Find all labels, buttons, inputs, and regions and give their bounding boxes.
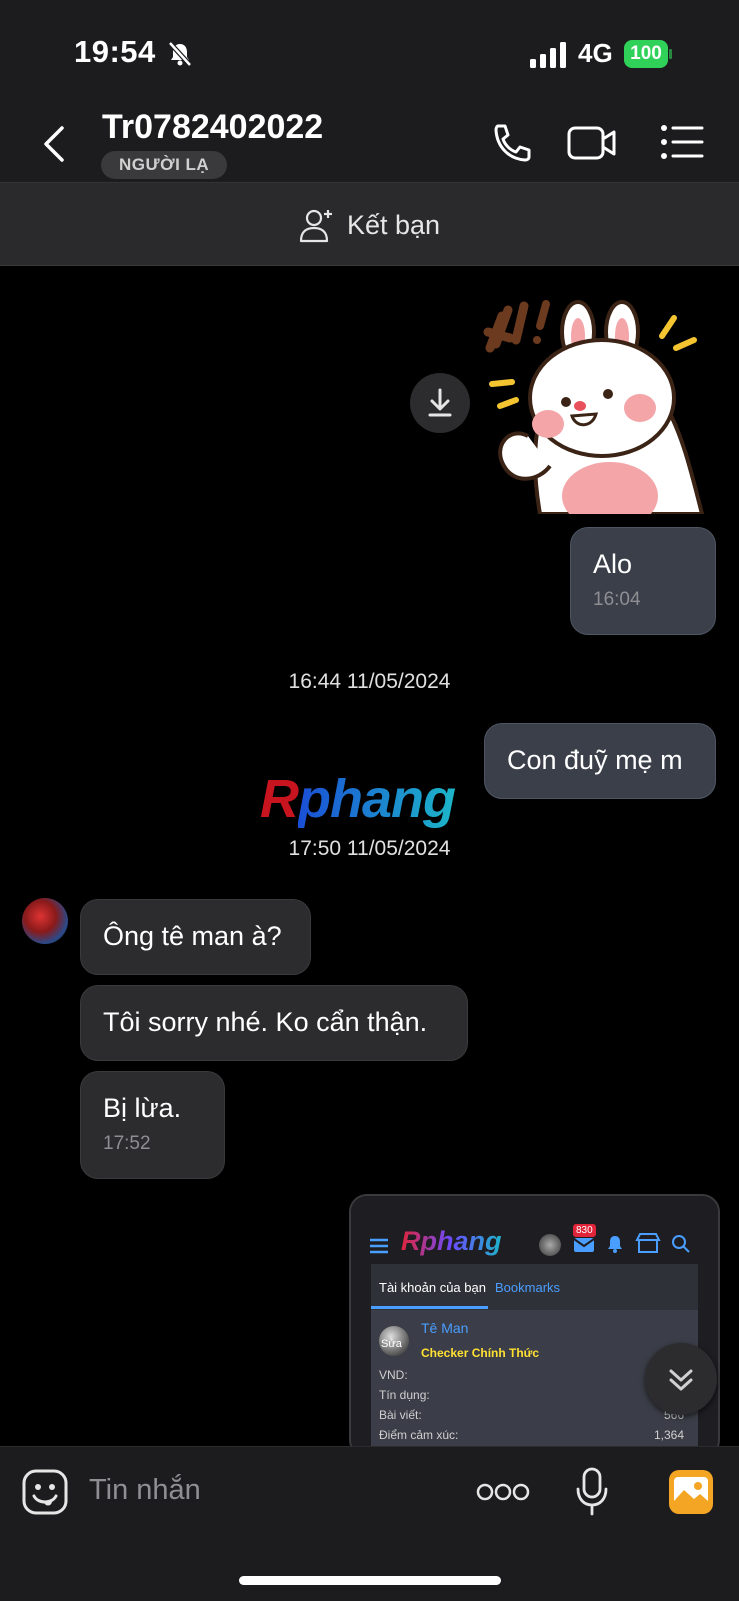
preview-tab-underline [371, 1306, 488, 1309]
message-time: 17:52 [103, 1133, 151, 1154]
message-bubble-outgoing[interactable]: Alo 16:04 [570, 527, 716, 635]
preview-user-name: Tê Man [421, 1320, 469, 1336]
preview-row-value: 1,364 [653, 1428, 684, 1442]
stranger-badge: NGƯỜI LẠ [101, 151, 228, 179]
message-bubble-incoming[interactable]: Ông tê man à? [80, 899, 311, 975]
back-arrow-icon[interactable] [40, 124, 68, 164]
image-message-screenshot[interactable]: Rphang 830 Tài khoản của bạn Bookmarks S… [349, 1194, 720, 1458]
network-type: 4G [578, 38, 613, 68]
download-icon [428, 388, 452, 417]
contact-name[interactable]: Tr0782402022 [102, 108, 323, 147]
message-text: Tôi sorry nhé. Ko cẩn thận. [103, 1007, 428, 1037]
watermark-logo: Rphang [260, 768, 456, 830]
preview-tab-bookmarks: Bookmarks [495, 1280, 561, 1295]
double-chevron-down-icon [669, 1369, 693, 1391]
preview-row-label: Bài viết: [379, 1408, 422, 1422]
mail-count-badge: 830 [573, 1224, 596, 1237]
message-bubble-incoming[interactable]: Tôi sorry nhé. Ko cẩn thận. [80, 985, 468, 1061]
preview-row-label: Điểm cảm xúc: [379, 1428, 459, 1442]
add-friend-button[interactable]: Kết bạn [0, 203, 739, 247]
bell-icon [608, 1236, 622, 1253]
options-list-icon[interactable] [658, 120, 710, 164]
hamburger-menu-icon [370, 1238, 388, 1254]
video-call-icon[interactable] [566, 120, 618, 164]
preview-edit-label: Sửa [381, 1338, 402, 1350]
preview-row-label: VND: [379, 1368, 408, 1382]
date-separator: 16:44 11/05/2024 [288, 670, 451, 693]
message-text: Alo [593, 549, 633, 579]
message-text: Con đuỹ mẹ m [507, 745, 683, 775]
contact-avatar[interactable] [22, 898, 68, 944]
preview-row-label: Tín dụng: [379, 1388, 430, 1402]
watermark-text: phang [298, 769, 456, 829]
signal-icon [530, 42, 566, 68]
store-icon [635, 1233, 661, 1253]
date-separator: 17:50 11/05/2024 [288, 837, 451, 860]
sticker-emoji-icon[interactable] [22, 1469, 68, 1515]
message-bubble-outgoing[interactable]: Con đuỹ mẹ m [484, 723, 716, 799]
message-bubble-incoming[interactable]: Bị lừa. 17:52 [80, 1071, 225, 1179]
more-options-icon[interactable] [476, 1480, 530, 1504]
message-input[interactable]: Tin nhắn [89, 1474, 201, 1507]
battery-icon: 100 [624, 40, 672, 68]
watermark-r: R [260, 769, 299, 829]
download-sticker-button[interactable] [410, 373, 470, 433]
photo-gallery-icon[interactable] [668, 1469, 714, 1515]
status-time: 19:54 [74, 34, 156, 69]
preview-logo: Rphang [401, 1226, 502, 1256]
phone-call-icon[interactable] [486, 120, 538, 164]
preview-user-role: Checker Chính Thức [421, 1346, 540, 1360]
scroll-to-bottom-button[interactable] [645, 1343, 717, 1415]
add-user-icon [299, 209, 332, 243]
microphone-icon[interactable] [574, 1467, 610, 1517]
message-time: 16:04 [593, 589, 641, 610]
silent-bell-icon [168, 41, 192, 67]
home-indicator [239, 1576, 501, 1585]
message-text: Bị lừa. [103, 1093, 182, 1123]
message-text: Ông tê man à? [103, 921, 282, 951]
preview-tab-account: Tài khoản của bạn [379, 1280, 486, 1295]
add-friend-label: Kết bạn [346, 209, 441, 240]
search-icon [672, 1235, 690, 1253]
battery-level: 100 [630, 43, 662, 64]
sticker-hi-lettering [483, 300, 550, 353]
preview-avatar-icon [539, 1234, 561, 1256]
hi-bunny-sticker[interactable] [480, 296, 720, 514]
